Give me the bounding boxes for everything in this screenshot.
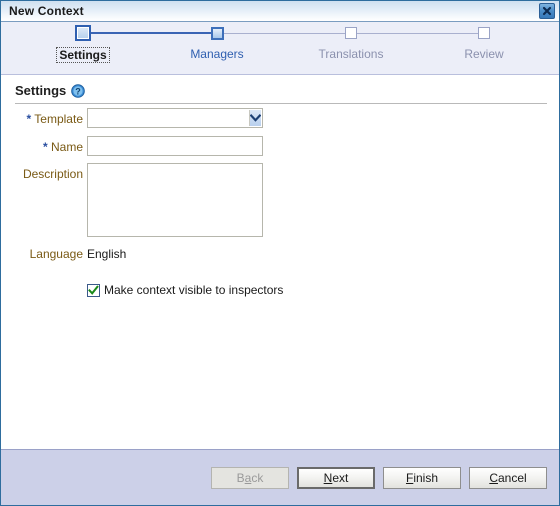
page-title: Settings bbox=[15, 83, 67, 98]
next-button[interactable]: Next bbox=[297, 466, 375, 489]
train-node-icon-inactive bbox=[478, 27, 490, 39]
chevron-down-icon bbox=[250, 114, 261, 122]
next-label-post: ext bbox=[332, 470, 349, 485]
wizard-step-translations[interactable]: Translations bbox=[285, 22, 417, 63]
train-node-icon-active bbox=[75, 25, 91, 41]
template-dropdown-button[interactable] bbox=[249, 110, 261, 126]
back-button[interactable]: Ba ck bbox=[211, 466, 289, 489]
next-label-mnemonic: N bbox=[323, 470, 333, 485]
visible-to-inspectors-row[interactable]: Make context visible to inspectors bbox=[87, 283, 283, 297]
template-label-text: Template bbox=[34, 112, 83, 126]
train-connector-2 bbox=[217, 33, 351, 34]
section-divider bbox=[15, 103, 547, 104]
wizard-step-label: Settings bbox=[56, 47, 110, 63]
finish-button[interactable]: Finish bbox=[383, 466, 461, 489]
language-label: Language bbox=[29, 247, 83, 261]
wizard-step-managers[interactable]: Managers bbox=[151, 22, 283, 63]
name-input[interactable] bbox=[87, 136, 263, 156]
finish-label-post: inish bbox=[413, 470, 439, 485]
check-icon bbox=[88, 284, 99, 295]
wizard-step-review[interactable]: Review bbox=[418, 22, 550, 63]
train-node-icon-inactive bbox=[345, 27, 357, 39]
template-combobox[interactable] bbox=[87, 108, 263, 128]
close-button[interactable] bbox=[539, 3, 555, 19]
required-marker: * bbox=[42, 140, 48, 154]
cancel-label-mnemonic: C bbox=[489, 470, 498, 485]
back-label-post: ck bbox=[251, 470, 264, 485]
train-connector-3 bbox=[351, 33, 484, 34]
description-label: Description bbox=[22, 167, 83, 181]
back-label-mnemonic: a bbox=[244, 470, 252, 485]
visible-to-inspectors-label: Make context visible to inspectors bbox=[104, 283, 284, 297]
train-node-icon-visited bbox=[210, 26, 224, 40]
description-textarea[interactable] bbox=[87, 163, 263, 237]
template-input[interactable] bbox=[88, 109, 249, 127]
new-context-dialog: New Context Settings Managers Translatio… bbox=[0, 0, 560, 506]
wizard-train: Settings Managers Translations Review bbox=[1, 22, 559, 74]
section-header: Settings ? bbox=[15, 83, 86, 98]
wizard-step-settings[interactable]: Settings bbox=[17, 22, 149, 64]
dialog-button-bar: Ba ck Next Finish Cancel bbox=[1, 449, 559, 505]
name-label: * Name bbox=[5, 140, 83, 154]
visible-to-inspectors-checkbox[interactable] bbox=[87, 283, 100, 297]
cancel-button[interactable]: Cancel bbox=[469, 466, 547, 489]
help-icon[interactable]: ? bbox=[71, 83, 86, 98]
title-bar: New Context bbox=[1, 1, 559, 22]
cancel-label-post: ancel bbox=[497, 470, 527, 485]
wizard-step-label: Managers bbox=[190, 47, 244, 61]
wizard-step-label: Review bbox=[464, 47, 504, 61]
wizard-header: Settings Managers Translations Review bbox=[1, 22, 559, 75]
train-connector-1 bbox=[89, 32, 217, 34]
required-marker: * bbox=[26, 112, 32, 126]
finish-label-mnemonic: F bbox=[405, 470, 414, 485]
back-label-pre: B bbox=[236, 470, 245, 485]
settings-panel: Settings ? * Template * Name Description bbox=[1, 75, 559, 449]
svg-text:?: ? bbox=[76, 86, 82, 96]
window-title: New Context bbox=[9, 4, 84, 18]
close-icon bbox=[542, 6, 552, 16]
template-label: * Template bbox=[5, 112, 84, 126]
language-value: English bbox=[87, 247, 127, 261]
name-label-text: Name bbox=[50, 140, 83, 154]
wizard-step-label: Translations bbox=[318, 47, 384, 61]
